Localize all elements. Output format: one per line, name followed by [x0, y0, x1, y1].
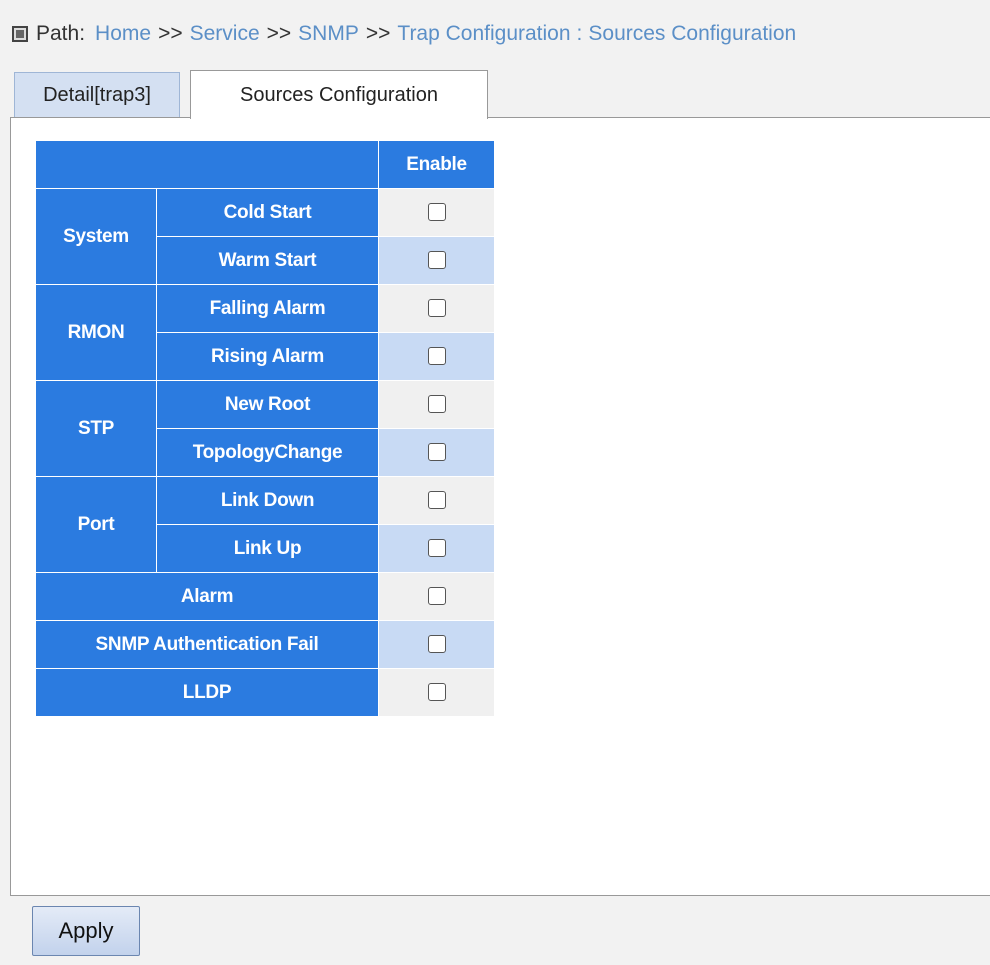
- new-root-checkbox[interactable]: [427, 395, 446, 414]
- breadcrumb-snmp[interactable]: SNMP: [298, 22, 359, 46]
- header-blank: [35, 140, 379, 189]
- group-port: Port: [35, 476, 157, 573]
- apply-button[interactable]: Apply: [32, 906, 140, 956]
- item-falling-alarm: Falling Alarm: [156, 284, 379, 333]
- breadcrumb-trap-configuration[interactable]: Trap Configuration: [397, 22, 570, 46]
- warm-start-checkbox[interactable]: [427, 251, 446, 270]
- breadcrumb-separator: >>: [266, 22, 292, 45]
- item-warm-start: Warm Start: [156, 236, 379, 285]
- table-row: Port Link Down: [35, 476, 495, 573]
- item-new-root: New Root: [156, 380, 379, 429]
- falling-alarm-checkbox[interactable]: [427, 299, 446, 318]
- item-topology-change: TopologyChange: [156, 428, 379, 477]
- sources-panel: Enable System Cold Start Warm Start RMON…: [10, 117, 990, 896]
- breadcrumb-colon: :: [576, 22, 583, 45]
- table-row: RMON Falling Alarm: [35, 284, 495, 381]
- breadcrumb-separator: >>: [158, 22, 183, 45]
- breadcrumb-separator: >>: [365, 22, 391, 45]
- group-rmon: RMON: [35, 284, 157, 381]
- path-label: Path:: [36, 22, 86, 45]
- item-cold-start: Cold Start: [156, 188, 379, 237]
- alarm-checkbox[interactable]: [427, 587, 446, 606]
- square-bullet-icon: [12, 26, 28, 42]
- item-link-down: Link Down: [156, 476, 379, 525]
- topology-change-checkbox[interactable]: [427, 443, 446, 462]
- rising-alarm-checkbox[interactable]: [427, 347, 446, 366]
- table-row: LLDP: [35, 668, 495, 717]
- item-alarm: Alarm: [35, 572, 379, 621]
- table-row: System Cold Start: [35, 188, 495, 285]
- tab-detail-trap3[interactable]: Detail[trap3]: [14, 72, 180, 118]
- group-system: System: [35, 188, 157, 285]
- item-rising-alarm: Rising Alarm: [156, 332, 379, 381]
- link-up-checkbox[interactable]: [427, 539, 446, 558]
- trap-sources-table: Enable System Cold Start Warm Start RMON…: [35, 140, 495, 717]
- breadcrumb-service[interactable]: Service: [190, 22, 260, 46]
- table-row: STP New Root: [35, 380, 495, 477]
- table-row: Alarm: [35, 572, 495, 621]
- cold-start-checkbox[interactable]: [427, 203, 446, 222]
- snmp-authentication-fail-checkbox[interactable]: [427, 635, 446, 654]
- tab-sources-configuration[interactable]: Sources Configuration: [190, 70, 488, 119]
- lldp-checkbox[interactable]: [427, 683, 446, 702]
- item-lldp: LLDP: [35, 668, 379, 717]
- item-link-up: Link Up: [156, 524, 379, 573]
- group-stp: STP: [35, 380, 157, 477]
- item-snmp-authentication-fail: SNMP Authentication Fail: [35, 620, 379, 669]
- breadcrumb-current: Sources Configuration: [588, 22, 797, 45]
- breadcrumb-home[interactable]: Home: [95, 22, 151, 46]
- header-enable: Enable: [378, 140, 495, 189]
- table-header-row: Enable: [35, 140, 495, 189]
- link-down-checkbox[interactable]: [427, 491, 446, 510]
- breadcrumb: Path: Home >> Service >> SNMP >> Trap Co…: [12, 18, 796, 50]
- table-row: SNMP Authentication Fail: [35, 620, 495, 669]
